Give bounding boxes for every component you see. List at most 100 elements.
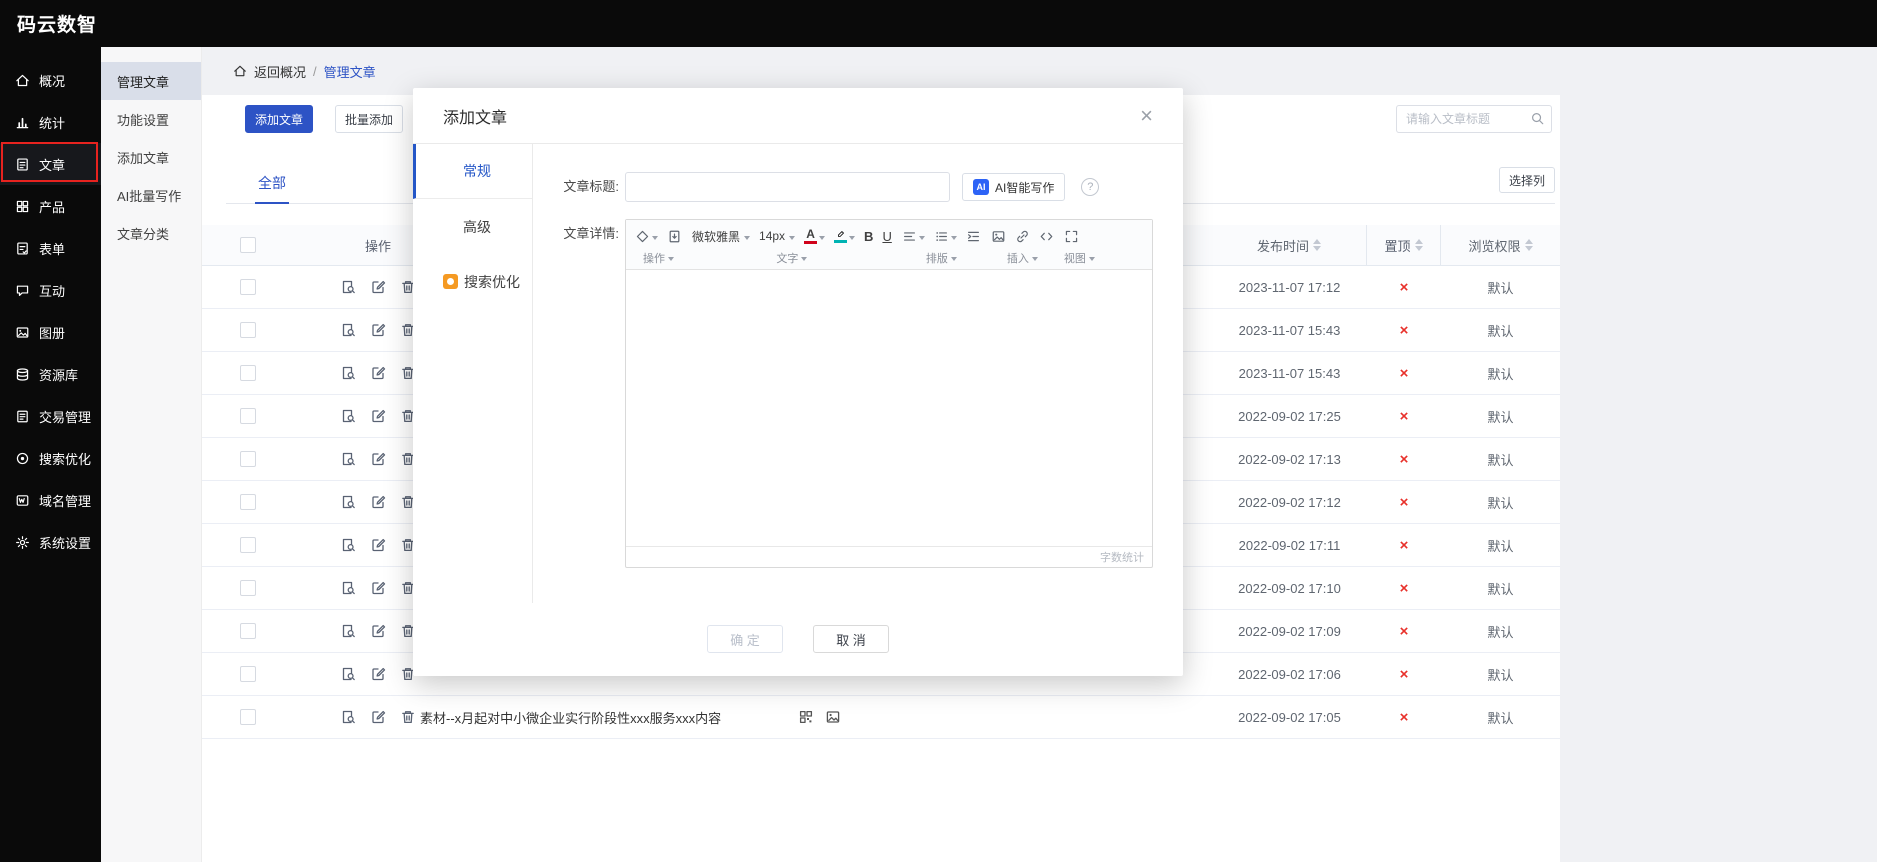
confirm-button[interactable]: 确 定: [707, 625, 783, 653]
edit-icon[interactable]: [370, 451, 386, 467]
top-flag[interactable]: ×: [1367, 696, 1441, 738]
sidebar-item-forms[interactable]: 表单: [0, 227, 101, 269]
insert-link-icon[interactable]: [1015, 229, 1030, 244]
edit-icon[interactable]: [370, 709, 386, 725]
preview-icon[interactable]: [340, 580, 356, 596]
edit-icon[interactable]: [370, 623, 386, 639]
top-flag[interactable]: ×: [1367, 266, 1441, 308]
top-flag[interactable]: ×: [1367, 567, 1441, 609]
top-flag[interactable]: ×: [1367, 653, 1441, 695]
edit-icon[interactable]: [370, 365, 386, 381]
editor-menu-insert[interactable]: 插入: [991, 249, 1054, 266]
header-permission[interactable]: 浏览权限: [1441, 225, 1560, 265]
preview-icon[interactable]: [340, 279, 356, 295]
batch-add-button[interactable]: 批量添加: [335, 105, 404, 133]
row-checkbox[interactable]: [240, 580, 256, 596]
top-flag[interactable]: ×: [1367, 352, 1441, 394]
preview-icon[interactable]: [340, 322, 356, 338]
insert-code-icon[interactable]: [1039, 229, 1054, 244]
qrcode-icon[interactable]: [798, 709, 814, 725]
row-checkbox[interactable]: [240, 494, 256, 510]
editor-menu-layout[interactable]: 排版: [902, 249, 981, 266]
row-checkbox[interactable]: [240, 279, 256, 295]
editor-menu-view[interactable]: 视图: [1064, 249, 1095, 266]
column-picker-button[interactable]: 选择列: [1498, 167, 1555, 193]
row-checkbox[interactable]: [240, 666, 256, 682]
ai-writing-button[interactable]: AI AI智能写作: [962, 173, 1066, 201]
submenu-item-add-article[interactable]: 添加文章: [101, 138, 201, 176]
edit-icon[interactable]: [370, 279, 386, 295]
close-icon[interactable]: ×: [1140, 104, 1153, 127]
fullscreen-icon[interactable]: [1064, 229, 1079, 244]
modal-tab-advanced[interactable]: 高级: [413, 199, 532, 254]
preview-icon[interactable]: [340, 451, 356, 467]
edit-icon[interactable]: [370, 408, 386, 424]
row-checkbox[interactable]: [240, 537, 256, 553]
sidebar-item-stats[interactable]: 统计: [0, 101, 101, 143]
sidebar-item-resources[interactable]: 资源库: [0, 353, 101, 395]
select-all-checkbox[interactable]: [240, 237, 256, 253]
submenu-item-manage-articles[interactable]: 管理文章: [101, 62, 201, 100]
help-icon[interactable]: ?: [1081, 178, 1100, 196]
row-checkbox[interactable]: [240, 451, 256, 467]
modal-tab-seo[interactable]: 搜索优化: [413, 254, 532, 309]
row-checkbox[interactable]: [240, 623, 256, 639]
edit-icon[interactable]: [370, 494, 386, 510]
font-family-select[interactable]: 微软雅黑: [692, 228, 751, 245]
preview-icon[interactable]: [340, 666, 356, 682]
indent-icon[interactable]: [966, 229, 981, 244]
sort-icons[interactable]: [1414, 239, 1423, 251]
header-top[interactable]: 置顶: [1367, 225, 1441, 265]
edit-icon[interactable]: [370, 580, 386, 596]
preview-icon[interactable]: [340, 365, 356, 381]
submenu-item-article-categories[interactable]: 文章分类: [101, 214, 201, 252]
editor-menu-text[interactable]: 文字: [692, 249, 892, 266]
row-checkbox[interactable]: [240, 365, 256, 381]
tab-all[interactable]: 全部: [255, 173, 289, 204]
import-doc-icon[interactable]: [667, 229, 682, 244]
insert-image-icon[interactable]: [991, 229, 1006, 244]
image-icon[interactable]: [825, 709, 841, 725]
top-flag[interactable]: ×: [1367, 309, 1441, 351]
add-article-button[interactable]: 添加文章: [245, 105, 314, 133]
editor-menu-operations[interactable]: 操作: [635, 249, 682, 266]
delete-icon[interactable]: [400, 709, 416, 725]
sidebar-item-overview[interactable]: 概况: [0, 59, 101, 101]
format-dropdown[interactable]: [635, 229, 658, 244]
bold-button[interactable]: B: [864, 229, 873, 244]
preview-icon[interactable]: [340, 408, 356, 424]
sidebar-item-trade[interactable]: 交易管理: [0, 395, 101, 437]
sidebar-item-products[interactable]: 产品: [0, 185, 101, 227]
edit-icon[interactable]: [370, 322, 386, 338]
underline-button[interactable]: U: [882, 229, 891, 244]
sidebar-item-albums[interactable]: 图册: [0, 311, 101, 353]
preview-icon[interactable]: [340, 709, 356, 725]
preview-icon[interactable]: [340, 494, 356, 510]
sidebar-item-interaction[interactable]: 互动: [0, 269, 101, 311]
row-checkbox[interactable]: [240, 408, 256, 424]
submenu-item-ai-batch-writing[interactable]: AI批量写作: [101, 176, 201, 214]
modal-tab-general[interactable]: 常规: [413, 144, 532, 199]
top-flag[interactable]: ×: [1367, 395, 1441, 437]
submenu-item-function-settings[interactable]: 功能设置: [101, 100, 201, 138]
article-title-input[interactable]: [625, 172, 950, 202]
edit-icon[interactable]: [370, 537, 386, 553]
top-flag[interactable]: ×: [1367, 610, 1441, 652]
preview-icon[interactable]: [340, 623, 356, 639]
sidebar-item-seo[interactable]: 搜索优化: [0, 437, 101, 479]
edit-icon[interactable]: [370, 666, 386, 682]
sidebar-item-settings[interactable]: 系统设置: [0, 521, 101, 563]
sidebar-item-domain[interactable]: 域名管理: [0, 479, 101, 521]
align-button[interactable]: [902, 229, 925, 244]
header-publish-time[interactable]: 发布时间: [1212, 225, 1367, 265]
preview-icon[interactable]: [340, 537, 356, 553]
top-flag[interactable]: ×: [1367, 481, 1441, 523]
font-color-button[interactable]: A: [804, 228, 826, 244]
list-button[interactable]: [934, 229, 957, 244]
row-checkbox[interactable]: [240, 322, 256, 338]
cancel-button[interactable]: 取 消: [813, 625, 889, 653]
sort-icons[interactable]: [1313, 239, 1321, 251]
breadcrumb-current[interactable]: 管理文章: [324, 62, 376, 81]
search-icon[interactable]: [1530, 111, 1545, 126]
sidebar-item-articles[interactable]: 文章: [0, 143, 101, 185]
